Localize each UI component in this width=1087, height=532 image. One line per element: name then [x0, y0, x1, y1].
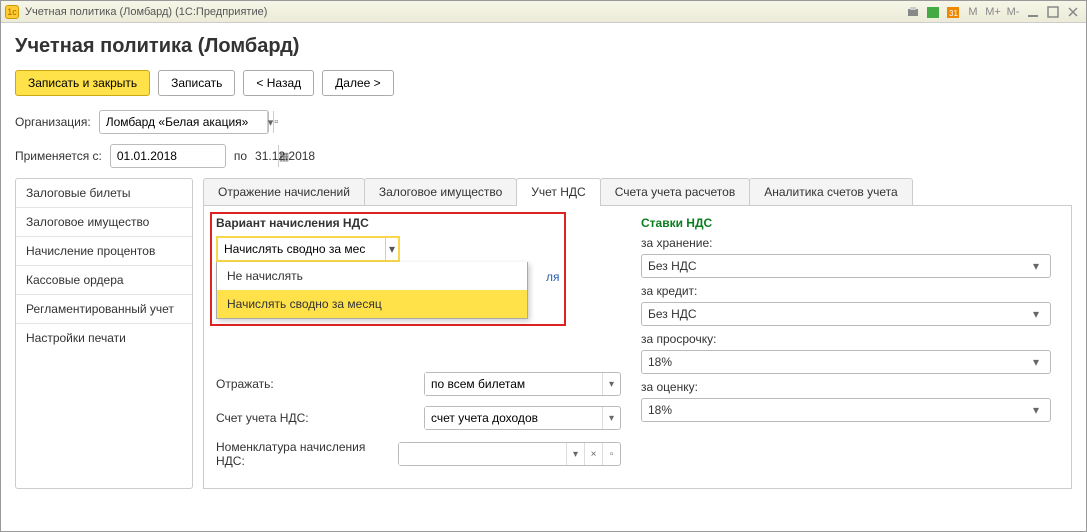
page-title: Учетная политика (Ломбард)	[15, 35, 1072, 58]
reflect-label: Отражать:	[216, 377, 416, 391]
sidebar: Залоговые билеты Залоговое имущество Нач…	[15, 178, 193, 489]
nomenclature-label: Номенклатура начисления НДС:	[216, 440, 390, 468]
rate-storage-row: за хранение: Без НДС ▾	[641, 236, 1059, 278]
org-input[interactable]	[100, 111, 267, 133]
rates-column: Ставки НДС за хранение: Без НДС ▾ за кре…	[641, 216, 1059, 428]
rate-storage-field[interactable]: Без НДС ▾	[641, 254, 1051, 278]
reflect-field[interactable]: ▾	[424, 372, 621, 396]
nomenclature-row: Номенклатура начисления НДС: ▾ × ▫	[216, 440, 621, 468]
open-icon[interactable]: ▫	[602, 443, 620, 465]
dropdown-icon[interactable]: ▾	[602, 373, 620, 395]
account-row: Счет учета НДС: ▾	[216, 406, 621, 430]
tab-uchet-nds[interactable]: Учет НДС	[516, 178, 600, 205]
rate-storage-value: Без НДС	[648, 259, 697, 273]
tab-scheta-raschet[interactable]: Счета учета расчетов	[600, 178, 750, 205]
rate-late-row: за просрочку: 18% ▾	[641, 332, 1059, 374]
calendar-green-icon[interactable]	[924, 3, 942, 21]
nds-variant-options: Не начислять Начислять сводно за месяц	[216, 262, 528, 319]
window-title: Учетная политика (Ломбард) (1С:Предприят…	[25, 6, 267, 18]
sidebar-item-zalog-imush[interactable]: Залоговое имущество	[16, 208, 192, 237]
reflect-row: Отражать: ▾	[216, 372, 621, 396]
tab-zalog-imush[interactable]: Залоговое имущество	[364, 178, 517, 205]
clear-icon[interactable]: ×	[584, 443, 602, 465]
rates-title: Ставки НДС	[641, 216, 1059, 230]
toolbar: Записать и закрыть Записать < Назад Дале…	[15, 70, 1072, 96]
account-field[interactable]: ▾	[424, 406, 621, 430]
org-field[interactable]: ▾ ▫	[99, 110, 269, 134]
rate-late-field[interactable]: 18% ▾	[641, 350, 1051, 374]
applies-from-field[interactable]: ▦	[110, 144, 226, 168]
dropdown-icon[interactable]: ▾	[602, 407, 620, 429]
nds-option-0[interactable]: Не начислять	[217, 262, 527, 290]
applies-label: Применяется с:	[15, 149, 102, 163]
save-button[interactable]: Записать	[158, 70, 235, 96]
rate-credit-value: Без НДС	[648, 307, 697, 321]
org-row: Организация: ▾ ▫	[15, 110, 1072, 134]
content-area: Учетная политика (Ломбард) Записать и за…	[1, 23, 1086, 531]
rate-appraisal-field[interactable]: 18% ▾	[641, 398, 1051, 422]
nds-column: Вариант начисления НДС ▾ Не начислять На…	[216, 216, 621, 478]
print-icon[interactable]	[904, 3, 922, 21]
dropdown-icon[interactable]: ▾	[566, 443, 584, 465]
maximize-icon[interactable]	[1044, 3, 1062, 21]
applies-from-input[interactable]	[111, 145, 278, 167]
tabs: Отражение начислений Залоговое имущество…	[203, 178, 1072, 206]
dropdown-icon[interactable]: ▾	[1028, 307, 1044, 321]
open-icon[interactable]: ▫	[273, 111, 278, 133]
dropdown-toggle-icon[interactable]: ▾	[385, 238, 398, 260]
memory-mminus-icon[interactable]: M-	[1004, 3, 1022, 21]
rate-appraisal-value: 18%	[648, 403, 672, 417]
rate-storage-label: за хранение:	[641, 236, 1059, 250]
sidebar-item-zalog-bilety[interactable]: Залоговые билеты	[16, 179, 192, 208]
tab-otrazhenie[interactable]: Отражение начислений	[203, 178, 365, 205]
nds-variant-input[interactable]	[218, 238, 385, 260]
nds-variant-dropdown[interactable]: ▾ Не начислять Начислять сводно за месяц	[216, 236, 400, 262]
account-input[interactable]	[425, 407, 602, 429]
behind-text-right: ля	[546, 270, 560, 284]
rate-late-value: 18%	[648, 355, 672, 369]
app-window: 1c Учетная политика (Ломбард) (1С:Предпр…	[0, 0, 1087, 532]
rate-credit-label: за кредит:	[641, 284, 1059, 298]
rate-credit-row: за кредит: Без НДС ▾	[641, 284, 1059, 326]
account-label: Счет учета НДС:	[216, 411, 416, 425]
dropdown-icon[interactable]: ▾	[1028, 355, 1044, 369]
nomenclature-field[interactable]: ▾ × ▫	[398, 442, 621, 466]
minimize-icon[interactable]	[1024, 3, 1042, 21]
back-button[interactable]: < Назад	[243, 70, 314, 96]
app-logo-icon: 1c	[5, 5, 19, 19]
org-label: Организация:	[15, 115, 91, 129]
sidebar-item-nachisl-proc[interactable]: Начисление процентов	[16, 237, 192, 266]
nds-option-1[interactable]: Начислять сводно за месяц	[217, 290, 527, 318]
applies-end: 31.12.2018	[255, 149, 315, 163]
memory-m-icon[interactable]: M	[964, 3, 982, 21]
nomenclature-input[interactable]	[399, 443, 566, 465]
save-close-button[interactable]: Записать и закрыть	[15, 70, 150, 96]
titlebar: 1c Учетная политика (Ломбард) (1С:Предпр…	[1, 1, 1086, 23]
rate-late-label: за просрочку:	[641, 332, 1059, 346]
dropdown-icon[interactable]: ▾	[1028, 403, 1044, 417]
dropdown-icon[interactable]: ▾	[1028, 259, 1044, 273]
applies-to-label: по	[234, 149, 247, 163]
panel-body: Вариант начисления НДС ▾ Не начислять На…	[203, 206, 1072, 489]
rate-appraisal-label: за оценку:	[641, 380, 1059, 394]
tab-analitika[interactable]: Аналитика счетов учета	[749, 178, 912, 205]
nds-variant-field: ▾	[216, 236, 400, 262]
svg-text:31: 31	[949, 9, 958, 18]
memory-mplus-icon[interactable]: M+	[984, 3, 1002, 21]
main-panel: Отражение начислений Залоговое имущество…	[203, 178, 1072, 489]
nds-variant-title: Вариант начисления НДС	[216, 216, 621, 230]
next-button[interactable]: Далее >	[322, 70, 394, 96]
rate-appraisal-row: за оценку: 18% ▾	[641, 380, 1059, 422]
close-icon[interactable]	[1064, 3, 1082, 21]
rate-credit-field[interactable]: Без НДС ▾	[641, 302, 1051, 326]
sidebar-item-reglam-uchet[interactable]: Регламентированный учет	[16, 295, 192, 324]
sidebar-item-nastr-pechati[interactable]: Настройки печати	[16, 324, 192, 352]
sidebar-item-kass-ordera[interactable]: Кассовые ордера	[16, 266, 192, 295]
reflect-input[interactable]	[425, 373, 602, 395]
applies-row: Применяется с: ▦ по 31.12.2018	[15, 144, 1072, 168]
main-layout: Залоговые билеты Залоговое имущество Нач…	[15, 178, 1072, 489]
calendar-orange-icon[interactable]: 31	[944, 3, 962, 21]
